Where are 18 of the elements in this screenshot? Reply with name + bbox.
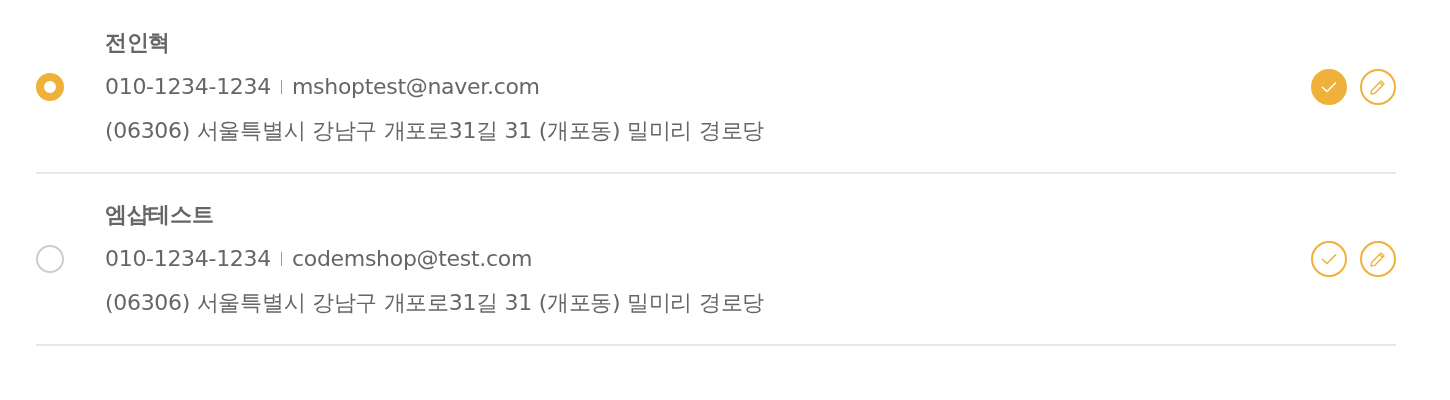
radio-button[interactable] xyxy=(36,73,64,101)
email-address: codemshop@test.com xyxy=(291,245,533,273)
recipient-name: 엠샵테스트 xyxy=(105,201,214,229)
edit-button[interactable] xyxy=(1360,69,1396,105)
pencil-icon xyxy=(1369,78,1387,96)
recipient-name: 전인혁 xyxy=(105,29,171,57)
postal-address: (06306) 서울특별시 강남구 개포로31길 31 (개포동) 밀미리 경로당 xyxy=(105,117,764,145)
postal-address: (06306) 서울특별시 강남구 개포로31길 31 (개포동) 밀미리 경로당 xyxy=(105,289,764,317)
checkmark-icon xyxy=(1321,81,1337,93)
phone-number: 010-1234-1234 xyxy=(105,73,271,101)
checkmark-icon xyxy=(1321,253,1337,265)
phone-number: 010-1234-1234 xyxy=(105,245,271,273)
pencil-icon xyxy=(1369,250,1387,268)
set-default-button[interactable] xyxy=(1311,241,1347,277)
edit-button[interactable] xyxy=(1360,241,1396,277)
email-address: mshoptest@naver.com xyxy=(291,73,540,101)
set-default-button[interactable] xyxy=(1311,69,1347,105)
radio-button[interactable] xyxy=(36,245,64,273)
